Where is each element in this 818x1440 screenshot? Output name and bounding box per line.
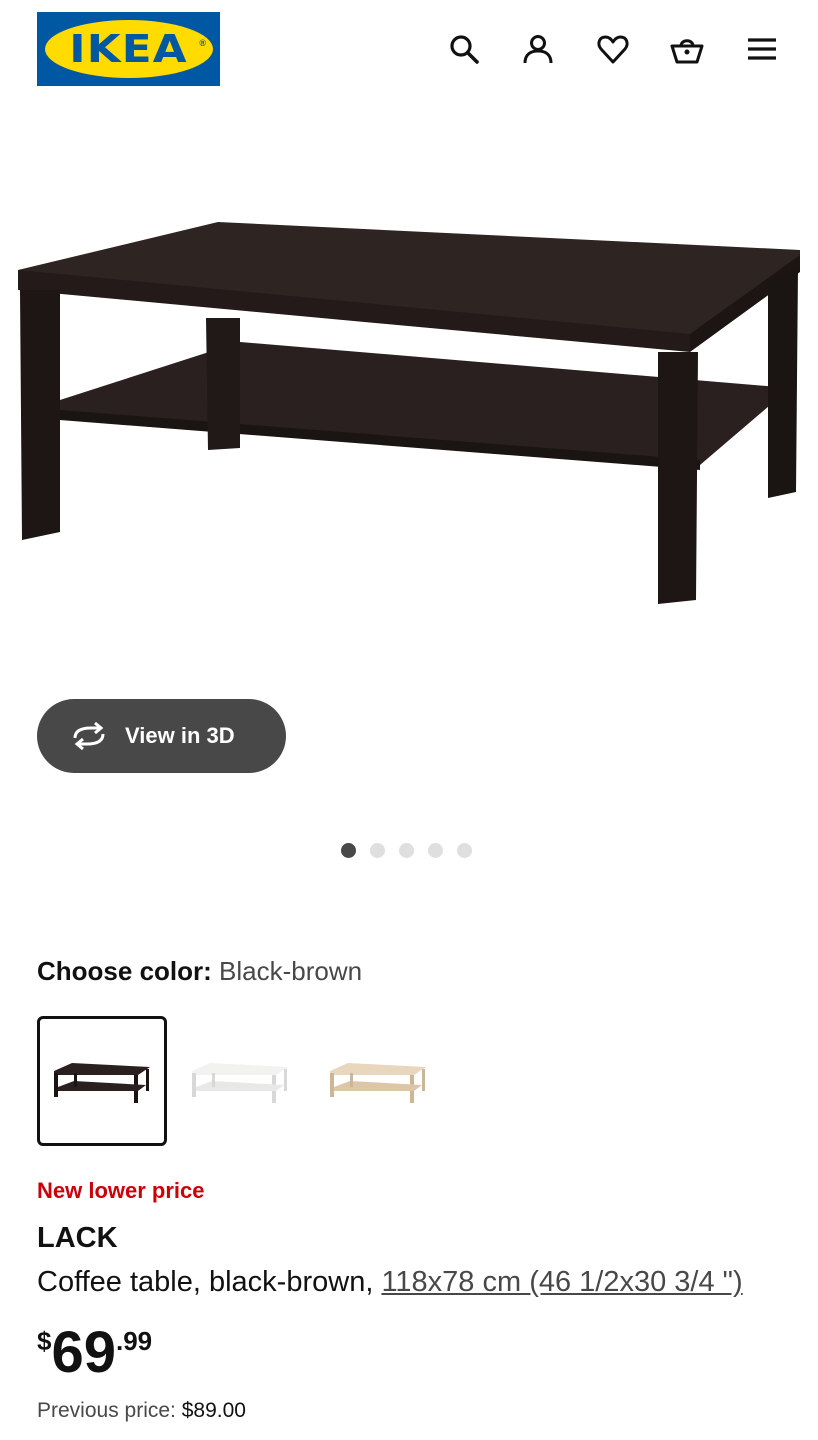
view-in-3d-button[interactable]: View in 3D bbox=[37, 699, 286, 773]
swatch-white-stained-oak[interactable] bbox=[313, 1016, 443, 1146]
new-lower-price-badge: New lower price bbox=[37, 1178, 205, 1203]
color-chooser-heading: Choose color: Black-brown bbox=[37, 956, 362, 987]
gallery-pagination bbox=[341, 843, 472, 858]
gallery-dot-4[interactable] bbox=[428, 843, 443, 858]
search-icon[interactable] bbox=[442, 27, 486, 71]
price-decimal: .99 bbox=[115, 1326, 153, 1356]
heart-icon[interactable] bbox=[591, 27, 635, 71]
menu-icon[interactable] bbox=[740, 27, 784, 71]
selected-color-value: Black-brown bbox=[219, 956, 363, 986]
swatch-black-brown[interactable] bbox=[37, 1016, 167, 1146]
account-icon[interactable] bbox=[516, 27, 560, 71]
swatch-white[interactable] bbox=[175, 1016, 305, 1146]
gallery-dot-5[interactable] bbox=[457, 843, 472, 858]
previous-price-amount: $89.00 bbox=[181, 1399, 246, 1422]
header: IKEA ® bbox=[0, 0, 818, 100]
product-description: Coffee table, black-brown, 118x78 cm (46… bbox=[37, 1266, 743, 1299]
color-swatches bbox=[37, 1016, 443, 1146]
choose-color-label: Choose color: bbox=[37, 956, 212, 986]
rotate-3d-icon bbox=[73, 722, 105, 750]
gallery-dot-2[interactable] bbox=[370, 843, 385, 858]
product-image[interactable] bbox=[0, 120, 818, 710]
logo-registered-mark: ® bbox=[199, 38, 206, 48]
price-currency: $ bbox=[37, 1326, 52, 1356]
previous-price: Previous price: $89.00 bbox=[37, 1399, 246, 1423]
basket-icon[interactable] bbox=[665, 27, 709, 71]
gallery-dot-1[interactable] bbox=[341, 843, 356, 858]
product-name: LACK bbox=[37, 1222, 118, 1254]
gallery-dot-3[interactable] bbox=[399, 843, 414, 858]
product-type: Coffee table, black-brown, bbox=[37, 1266, 382, 1298]
product-price: $ 69 .99 bbox=[37, 1318, 152, 1388]
view-in-3d-label: View in 3D bbox=[125, 723, 235, 748]
product-size-link[interactable]: 118x78 cm (46 1/2x30 3/4 ") bbox=[381, 1266, 742, 1298]
logo-text: IKEA bbox=[69, 27, 188, 71]
ikea-logo[interactable]: IKEA ® bbox=[37, 12, 220, 86]
logo-oval: IKEA bbox=[44, 20, 213, 78]
price-integer: 69 bbox=[51, 1320, 116, 1385]
previous-price-label: Previous price: bbox=[37, 1399, 182, 1422]
